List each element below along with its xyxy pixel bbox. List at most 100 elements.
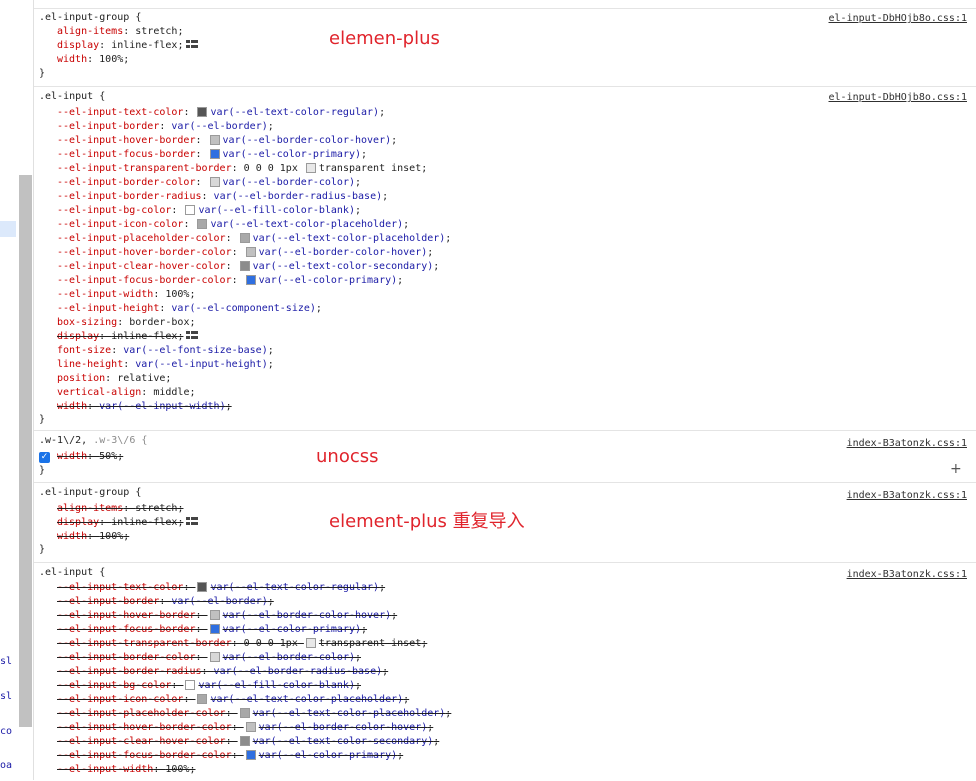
property-name[interactable]: --el-input-focus-border-color bbox=[57, 750, 232, 761]
property-value[interactable]: var(--el-border-color-hover) bbox=[223, 135, 392, 146]
css-declaration-disabled[interactable]: width: 50%; bbox=[57, 450, 123, 464]
property-value[interactable]: var(--el-text-color-regular) bbox=[210, 582, 379, 593]
rule-source-link[interactable]: index-B3atonzk.css:1 bbox=[847, 489, 967, 503]
property-value[interactable]: inline-flex bbox=[111, 517, 177, 528]
css-declaration[interactable]: --el-input-border: var(--el-border); bbox=[57, 120, 274, 134]
property-name[interactable]: --el-input-hover-border bbox=[57, 135, 195, 146]
css-declaration[interactable]: --el-input-bg-color: var(--el-fill-color… bbox=[57, 204, 361, 218]
color-swatch-icon[interactable] bbox=[305, 163, 316, 173]
color-swatch-icon[interactable] bbox=[209, 135, 220, 145]
rule-source-link[interactable]: index-B3atonzk.css:1 bbox=[847, 568, 967, 582]
color-swatch-icon[interactable] bbox=[245, 247, 256, 257]
css-declaration-overridden[interactable]: --el-input-transparent-border: 0 0 0 1px… bbox=[57, 637, 427, 651]
property-value[interactable]: 100% bbox=[99, 54, 123, 65]
property-value[interactable]: var(--el-border) bbox=[171, 596, 267, 607]
color-swatch-icon[interactable] bbox=[239, 261, 250, 271]
css-declaration-overridden[interactable]: --el-input-border: var(--el-border); bbox=[57, 595, 274, 609]
property-name[interactable]: --el-input-focus-border bbox=[57, 624, 195, 635]
property-name[interactable]: --el-input-icon-color bbox=[57, 219, 183, 230]
css-declaration[interactable]: --el-input-height: var(--el-component-si… bbox=[57, 302, 322, 316]
css-declaration-overridden[interactable]: --el-input-clear-hover-color: var(--el-t… bbox=[57, 735, 439, 749]
css-declaration[interactable]: box-sizing: border-box; bbox=[57, 316, 196, 330]
declaration-toggle-checkbox[interactable]: ✓ bbox=[39, 452, 50, 463]
css-declaration-overridden[interactable]: --el-input-border-color: var(--el-border… bbox=[57, 651, 361, 665]
property-value[interactable]: var(--el-border-radius-base) bbox=[214, 666, 383, 677]
property-name[interactable]: --el-input-transparent-border bbox=[57, 163, 232, 174]
color-swatch-icon[interactable] bbox=[209, 652, 220, 662]
color-swatch-icon[interactable] bbox=[239, 233, 250, 243]
property-name[interactable]: display bbox=[57, 517, 99, 528]
css-declaration[interactable]: line-height: var(--el-input-height); bbox=[57, 358, 274, 372]
css-declaration-overridden[interactable]: --el-input-placeholder-color: var(--el-t… bbox=[57, 707, 451, 721]
css-declaration[interactable]: width: 100%; bbox=[57, 53, 129, 67]
property-name[interactable]: --el-input-placeholder-color bbox=[57, 708, 226, 719]
css-declaration-overridden[interactable]: --el-input-text-color: var(--el-text-col… bbox=[57, 581, 385, 595]
property-name[interactable]: --el-input-border-color bbox=[57, 177, 195, 188]
color-swatch-icon[interactable] bbox=[239, 708, 250, 718]
property-name[interactable]: --el-input-clear-hover-color bbox=[57, 261, 226, 272]
property-value[interactable]: transparent inset bbox=[319, 163, 421, 174]
property-value[interactable]: var(--el-color-primary) bbox=[259, 750, 397, 761]
property-name[interactable]: --el-input-height bbox=[57, 303, 159, 314]
property-name[interactable]: --el-input-focus-border bbox=[57, 149, 195, 160]
property-name[interactable]: --el-input-transparent-border bbox=[57, 638, 232, 649]
color-swatch-icon[interactable] bbox=[185, 205, 196, 215]
property-value[interactable]: border-box bbox=[129, 317, 189, 328]
css-declaration-overridden[interactable]: width: var(--el-input-width); bbox=[57, 400, 232, 414]
css-declaration[interactable]: font-size: var(--el-font-size-base); bbox=[57, 344, 274, 358]
property-value[interactable]: var(--el-text-color-placeholder) bbox=[253, 708, 446, 719]
property-value[interactable]: stretch bbox=[135, 503, 177, 514]
property-name[interactable]: --el-input-border-radius bbox=[57, 191, 202, 202]
property-name[interactable]: --el-input-width bbox=[57, 289, 153, 300]
color-swatch-icon[interactable] bbox=[209, 610, 220, 620]
color-swatch-icon[interactable] bbox=[197, 694, 208, 704]
css-declaration[interactable]: position: relative; bbox=[57, 372, 171, 386]
color-swatch-icon[interactable] bbox=[245, 750, 256, 760]
css-declaration[interactable]: --el-input-transparent-border: 0 0 0 1px… bbox=[57, 162, 427, 176]
property-value[interactable]: var(--el-border-color-hover) bbox=[259, 247, 428, 258]
color-swatch-icon[interactable] bbox=[209, 149, 220, 159]
css-declaration[interactable]: vertical-align: middle; bbox=[57, 386, 196, 400]
css-declaration-overridden[interactable]: --el-input-bg-color: var(--el-fill-color… bbox=[57, 679, 361, 693]
property-name[interactable]: display bbox=[57, 331, 99, 342]
property-value[interactable]: var(--el-border-color-hover) bbox=[223, 610, 392, 621]
property-value[interactable]: var(--el-border-color) bbox=[223, 177, 355, 188]
flexbox-editor-icon[interactable] bbox=[186, 39, 199, 51]
color-swatch-icon[interactable] bbox=[185, 680, 196, 690]
property-value[interactable]: var(--el-border-color) bbox=[223, 652, 355, 663]
property-value[interactable]: 0 0 0 1px bbox=[244, 163, 298, 174]
property-name[interactable]: align-items bbox=[57, 26, 123, 37]
property-value[interactable]: var(--el-color-primary) bbox=[259, 275, 397, 286]
property-value[interactable]: var(--el-text-color-placeholder) bbox=[210, 219, 403, 230]
property-name[interactable]: font-size bbox=[57, 345, 111, 356]
css-declaration-overridden[interactable]: --el-input-focus-border: var(--el-color-… bbox=[57, 623, 367, 637]
property-value[interactable]: relative bbox=[117, 373, 165, 384]
css-declaration[interactable]: align-items: stretch; bbox=[57, 25, 183, 39]
property-value[interactable]: 100% bbox=[165, 764, 189, 775]
property-value[interactable]: 50% bbox=[99, 451, 117, 462]
property-value[interactable]: inline-flex bbox=[111, 40, 177, 51]
css-declaration[interactable]: --el-input-hover-border-color: var(--el-… bbox=[57, 246, 433, 260]
color-swatch-icon[interactable] bbox=[197, 582, 208, 592]
property-value[interactable]: 0 0 0 1px bbox=[244, 638, 298, 649]
color-swatch-icon[interactable] bbox=[245, 275, 256, 285]
css-declaration-overridden[interactable]: display: inline-flex; bbox=[57, 516, 199, 530]
css-declaration-overridden[interactable]: --el-input-focus-border-color: var(--el-… bbox=[57, 749, 403, 763]
property-name[interactable]: --el-input-border bbox=[57, 121, 159, 132]
css-declaration[interactable]: display: inline-flex; bbox=[57, 39, 199, 53]
property-name[interactable]: --el-input-bg-color bbox=[57, 205, 171, 216]
css-declaration[interactable]: --el-input-width: 100%; bbox=[57, 288, 196, 302]
property-name[interactable]: width bbox=[57, 54, 87, 65]
css-declaration[interactable]: --el-input-text-color: var(--el-text-col… bbox=[57, 106, 385, 120]
property-value[interactable]: var(--el-text-color-regular) bbox=[210, 107, 379, 118]
rule-source-link[interactable]: index-B3atonzk.css:1 bbox=[847, 437, 967, 451]
property-name[interactable]: width bbox=[57, 531, 87, 542]
vertical-scrollbar[interactable] bbox=[19, 175, 32, 727]
css-declaration[interactable]: --el-input-clear-hover-color: var(--el-t… bbox=[57, 260, 439, 274]
property-value[interactable]: var(--el-fill-color-blank) bbox=[198, 205, 355, 216]
property-name[interactable]: --el-input-focus-border-color bbox=[57, 275, 232, 286]
property-value[interactable]: var(--el-input-width) bbox=[99, 401, 225, 412]
css-declaration-overridden[interactable]: width: 100%; bbox=[57, 530, 129, 544]
add-new-rule-button[interactable]: + bbox=[950, 461, 962, 477]
color-swatch-icon[interactable] bbox=[197, 107, 208, 117]
